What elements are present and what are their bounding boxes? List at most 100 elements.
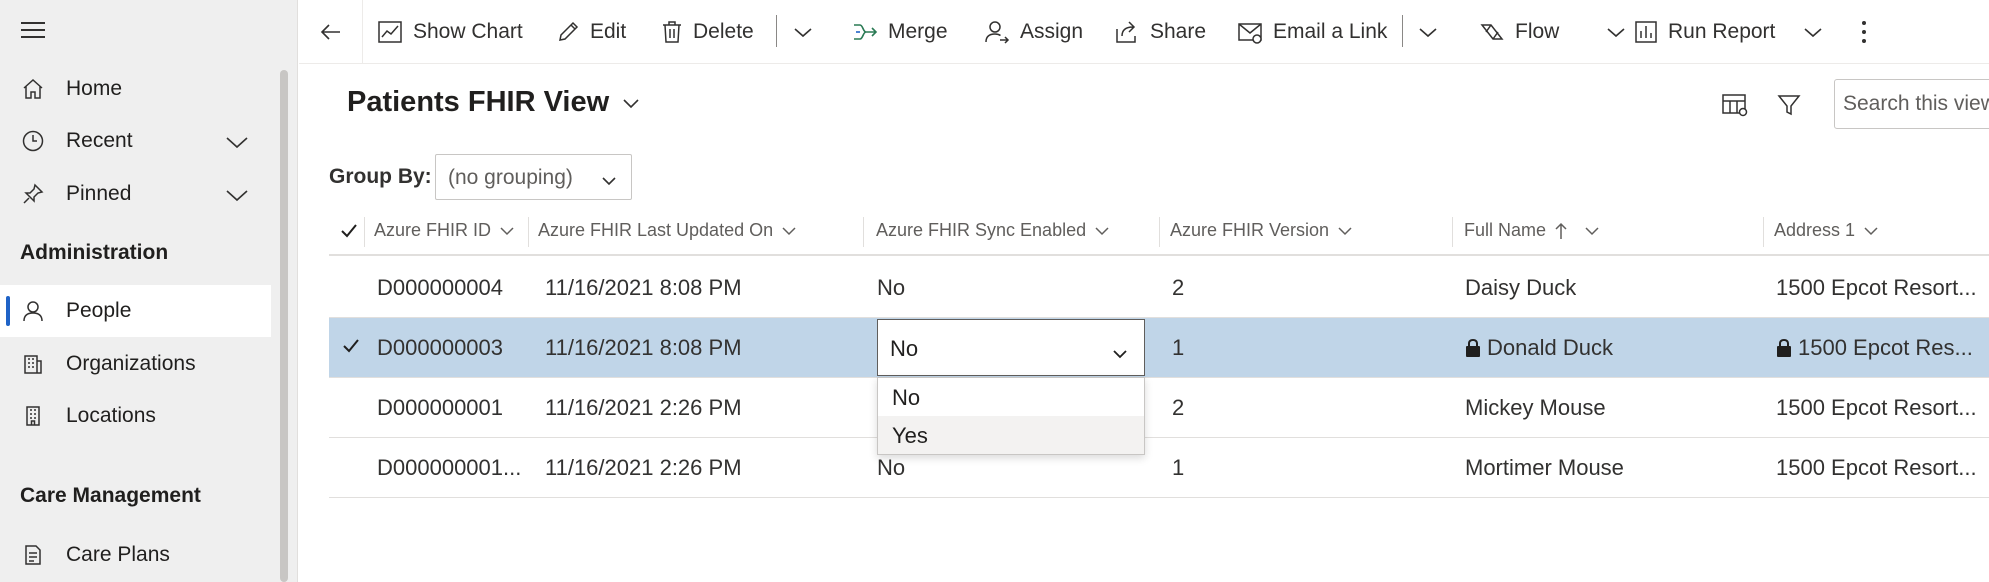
more-email-options-chevron[interactable]	[1417, 0, 1439, 63]
table-row[interactable]: D000000001 11/16/2021 2:26 PM 2 Mickey M…	[329, 378, 1989, 438]
cell-fhir-version: 1	[1172, 334, 1185, 360]
column-header-last-updated[interactable]: Azure FHIR Last Updated On	[529, 207, 797, 254]
column-header-label: Azure FHIR Version	[1170, 220, 1330, 240]
cell-fhir-version: 2	[1172, 394, 1185, 420]
section-title-administration: Administration	[20, 241, 169, 264]
flow-label: Flow	[1515, 19, 1560, 43]
flow-options-chevron[interactable]	[1605, 0, 1627, 63]
hamburger-menu-icon[interactable]	[21, 22, 45, 40]
cell-last-updated: 11/16/2021 8:08 PM	[545, 334, 742, 360]
chevron-down-icon	[601, 171, 617, 195]
merge-button[interactable]: Merge	[852, 0, 948, 63]
lock-icon	[1776, 338, 1792, 358]
run-report-options-chevron[interactable]	[1802, 0, 1824, 63]
edit-columns-button[interactable]	[1720, 90, 1750, 120]
sidebar-item-label: Organizations	[66, 352, 196, 375]
search-input[interactable]: Search this view	[1834, 79, 1989, 129]
section-title-care-management: Care Management	[20, 484, 201, 507]
lock-icon	[1465, 338, 1481, 358]
sidebar-scrollbar[interactable]	[280, 70, 288, 582]
checkmark-icon	[341, 224, 357, 238]
cell-fhir-version: 1	[1172, 454, 1185, 480]
chevron-down-icon	[1112, 342, 1128, 368]
column-header-sync-enabled[interactable]: Azure FHIR Sync Enabled	[867, 207, 1110, 254]
chevron-down-icon[interactable]	[224, 129, 250, 161]
column-divider	[1159, 217, 1160, 247]
select-all-checkbox[interactable]	[339, 221, 359, 246]
chevron-down-icon	[1607, 27, 1625, 37]
chevron-down-icon	[794, 27, 812, 37]
edit-button[interactable]: Edit	[556, 0, 626, 63]
edit-label: Edit	[590, 19, 627, 43]
edit-columns-icon	[1722, 94, 1748, 117]
sidebar-item-organizations[interactable]: Organizations	[0, 338, 271, 390]
sidebar-item-people[interactable]: People	[0, 285, 271, 337]
more-commands-button[interactable]	[1860, 0, 1868, 63]
cell-address-1: 1500 Epcot Resort...	[1776, 454, 1977, 480]
chevron-down-icon	[1584, 223, 1600, 239]
cell-azure-fhir-id: D000000001	[377, 394, 504, 420]
more-vertical-icon	[1862, 20, 1866, 43]
cell-address-1-locked: 1500 Epcot Res...	[1776, 318, 1989, 377]
column-header-label: Address 1	[1774, 220, 1856, 240]
group-by-select[interactable]: (no grouping)	[435, 154, 632, 200]
group-by-label: Group By:	[329, 165, 432, 188]
row-checkbox[interactable]	[341, 336, 361, 362]
delete-label: Delete	[693, 19, 754, 43]
sync-enabled-options-list: No Yes	[877, 377, 1145, 455]
column-header-label: Azure FHIR ID	[374, 220, 492, 240]
chevron-down-icon	[1863, 223, 1879, 239]
more-delete-options-chevron[interactable]	[792, 0, 814, 63]
chevron-down-icon	[1337, 223, 1353, 239]
option-yes[interactable]: Yes	[878, 416, 1144, 454]
column-header-fhir-version[interactable]: Azure FHIR Version	[1161, 207, 1353, 254]
cell-full-name[interactable]: Mickey Mouse	[1465, 378, 1606, 437]
cell-azure-fhir-id: D000000001...	[377, 454, 522, 480]
column-header-label: Azure FHIR Sync Enabled	[876, 220, 1087, 240]
filter-button[interactable]	[1774, 90, 1804, 120]
cell-full-name-locked: Donald Duck	[1465, 318, 1613, 377]
sidebar-item-label: Pinned	[66, 182, 132, 205]
sync-enabled-dropdown[interactable]: No	[877, 319, 1145, 376]
chevron-down-icon[interactable]	[224, 182, 250, 214]
share-label: Share	[1150, 19, 1207, 43]
flow-button[interactable]: Flow	[1479, 0, 1559, 63]
share-button[interactable]: Share	[1114, 0, 1206, 63]
cell-last-updated: 11/16/2021 2:26 PM	[545, 394, 742, 420]
grid-header: Azure FHIR ID Azure FHIR Last Updated On…	[329, 207, 1989, 256]
cell-sync-enabled[interactable]: No	[877, 258, 905, 317]
address-text: 1500 Epcot Res...	[1798, 334, 1973, 360]
sidebar-item-locations[interactable]: Locations	[0, 390, 271, 442]
care-plan-icon	[20, 542, 46, 568]
sidebar-item-pinned[interactable]: Pinned	[0, 168, 271, 220]
toolbar-divider	[1402, 15, 1403, 47]
sidebar-item-recent[interactable]: Recent	[0, 115, 271, 167]
column-header-azure-fhir-id[interactable]: Azure FHIR ID	[365, 207, 515, 254]
option-no[interactable]: No	[878, 378, 1144, 416]
show-chart-button[interactable]: Show Chart	[377, 0, 523, 63]
chevron-down-icon	[1804, 27, 1822, 37]
pin-icon	[20, 181, 46, 207]
view-selector[interactable]: Patients FHIR View	[347, 86, 641, 119]
table-row[interactable]: D000000001... 11/16/2021 2:26 PM No 1 Mo…	[329, 438, 1989, 498]
column-header-full-name[interactable]: Full Name	[1455, 207, 1600, 254]
page-title: Patients FHIR View	[347, 86, 610, 118]
assign-button[interactable]: Assign	[984, 0, 1083, 63]
table-row[interactable]: D000000004 11/16/2021 8:08 PM No 2 Daisy…	[329, 258, 1989, 318]
cell-full-name[interactable]: Daisy Duck	[1465, 258, 1576, 317]
run-report-button[interactable]: Run Report	[1634, 0, 1775, 63]
column-header-address-1[interactable]: Address 1	[1765, 207, 1879, 254]
sidebar-item-home[interactable]: Home	[0, 63, 271, 115]
cell-full-name[interactable]: Mortimer Mouse	[1465, 438, 1624, 497]
sidebar-item-care-plans[interactable]: Care Plans	[0, 529, 271, 581]
delete-button[interactable]: Delete	[661, 0, 754, 63]
assign-person-icon	[984, 19, 1010, 45]
group-by-value: (no grouping)	[448, 166, 573, 189]
email-a-link-button[interactable]: Email a Link	[1237, 0, 1387, 63]
table-row-selected[interactable]: D000000003 11/16/2021 8:08 PM 1 Donald D…	[329, 318, 1989, 378]
sidebar-item-label: People	[66, 299, 132, 322]
column-divider	[863, 217, 864, 247]
merge-icon	[852, 19, 878, 45]
back-button[interactable]	[299, 0, 363, 63]
show-chart-label: Show Chart	[413, 19, 523, 43]
